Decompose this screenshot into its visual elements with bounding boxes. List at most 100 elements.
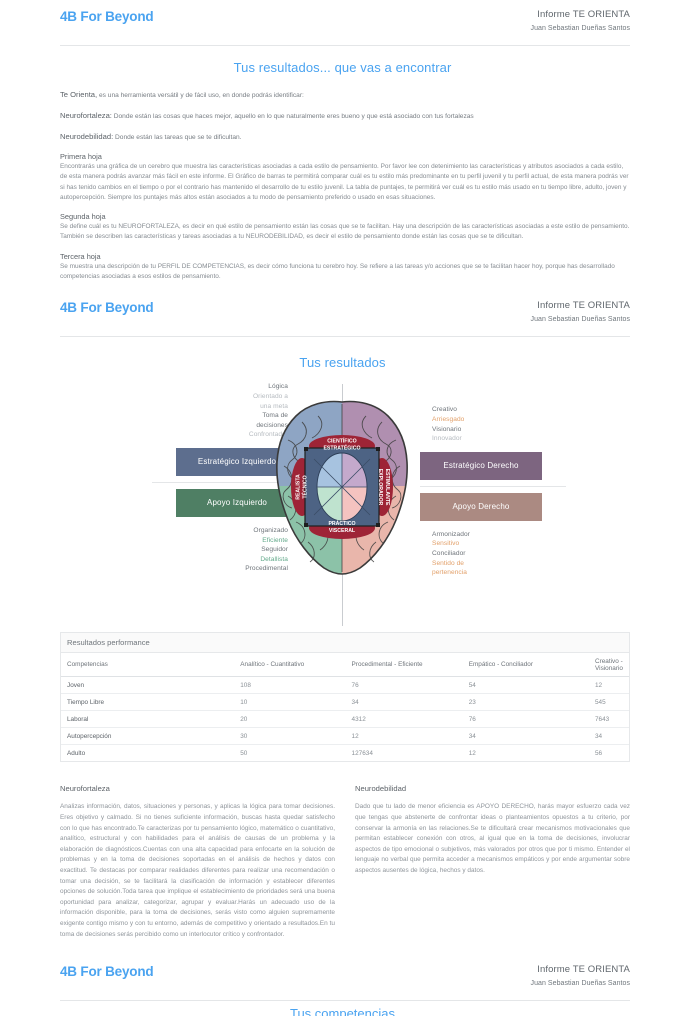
brand-logo: 4B For Beyond [60, 964, 154, 979]
cell-value: 34 [462, 727, 589, 746]
brain-center-chart [304, 447, 380, 528]
right-buttons-divider [420, 485, 566, 487]
block-heading: Primera hoja [60, 152, 102, 161]
cell-value: 12 [589, 676, 629, 695]
col-header-competencias: Competencias [61, 653, 235, 678]
neurodebilidad-column: Neurodebilidad Dado que tu lado de menor… [355, 784, 630, 940]
cell-value: 23 [462, 693, 589, 712]
row-label: Adulto [67, 749, 86, 757]
trait-item: Armonizador [432, 530, 470, 538]
quadrant-label-bottom: PRÁCTICO [328, 520, 355, 527]
quadrant-label-top: CIENTÍFICO [327, 437, 356, 445]
col-header-analitico: Analítico - Cuantitativo [234, 653, 346, 678]
neurofortaleza-heading: Neurofortaleza [60, 784, 110, 794]
trait-item: Sentido de [432, 559, 465, 567]
intro-lead: Te Orienta, es una herramienta versátil … [60, 89, 630, 101]
table-row: Adulto 50 127634 12 56 [61, 745, 629, 762]
report-page: 4B For Beyond Informe TE ORIENTA Juan Se… [0, 0, 685, 1016]
quadrant-label-bottom-2: VISCERAL [329, 528, 356, 534]
block-body: Se define cuál es tu NEUROFORTALEZA, es … [60, 223, 630, 241]
table-row: Joven 108 76 54 12 [61, 676, 629, 695]
cell-value: 12 [345, 727, 463, 746]
block-heading: Segunda hoja [60, 212, 106, 222]
cell-value: 34 [345, 693, 463, 712]
header-divider [60, 45, 630, 46]
table-header-row: Competencias Analítico - Cuantitativo Pr… [61, 653, 629, 678]
row-label: Joven [61, 676, 235, 695]
trait-item: Arriesgado [432, 415, 465, 423]
neurofortaleza-text: Donde están las cosas que haces mejor, a… [111, 113, 474, 120]
header-meta: Informe TE ORIENTA Juan Sebastian Dueñas… [531, 9, 630, 34]
cell-value: 76 [462, 710, 589, 729]
row-label: Laboral [61, 710, 235, 729]
quadrant-label-right-2: ESTIMULANTE [384, 469, 390, 506]
right-bottom-traits: Armonizador Sensitivo Conciliador Sentid… [420, 530, 566, 578]
quadrant-label-left-2: TÉCNICO [301, 476, 309, 499]
trait-item: Lógica [268, 383, 288, 391]
table-caption: Resultados performance [61, 633, 629, 654]
brand-logo: 4B For Beyond [60, 9, 154, 24]
cell-value: 76 [345, 676, 463, 695]
trait-item: Conciliador [432, 549, 466, 557]
page-header-2: 4B For Beyond Informe TE ORIENTA Juan Se… [0, 291, 685, 339]
results-table: Resultados performance Competencias Anal… [60, 632, 630, 763]
brain-illustration-icon: CIENTÍFICO ESTRATÉGICO PRÁCTICO VISCERAL… [276, 401, 408, 576]
performance-table: Competencias Analítico - Cuantitativo Pr… [61, 653, 629, 761]
neurodebilidad-text: Donde están las tareas que se te dificul… [113, 134, 242, 141]
col-header-procedimental: Procedimental - Eficiente [345, 653, 463, 678]
block-segunda-hoja: Segunda hoja Se define cuál es tu NEUROF… [60, 212, 630, 243]
brain-right-column: Creativo Arriesgado Visionario Innovador… [420, 378, 566, 577]
quadrant-label-left: REALISTA [296, 474, 302, 500]
intro-lead-rest: es una herramienta versátil y de fácil u… [97, 92, 304, 99]
header-divider [60, 1000, 630, 1001]
button-estrategico-derecho[interactable]: Estratégico Derecho [420, 451, 542, 480]
block-primera-hoja: Primera hoja Encontrarás una gráfica de … [60, 152, 630, 203]
intro-lead-bold: Te Orienta, [60, 90, 98, 99]
quadrant-label-right: EXPLORADOR [377, 469, 383, 506]
page-header-3: 4B For Beyond Informe TE ORIENTA Juan Se… [0, 955, 685, 1003]
brain-diagram: Lógica Orientado a una meta Toma de deci… [0, 378, 685, 627]
report-title: Informe TE ORIENTA [537, 9, 630, 20]
trait-item: Innovador [432, 435, 462, 443]
narrative-columns: Neurofortaleza Analizas información, dat… [60, 784, 630, 940]
table-row: Laboral 20 4312 76 7643 [61, 710, 629, 729]
cell-value: 4312 [345, 710, 463, 729]
table-row: Tiempo Libre 10 34 23 545 [61, 693, 629, 712]
neurofortaleza-body: Analizas información, datos, situaciones… [60, 803, 335, 938]
neurofortaleza-label: Neurofortaleza: [60, 111, 112, 120]
cell-value: 127634 [351, 749, 373, 757]
trait-item: pertenencia [432, 569, 468, 577]
page-title-3-peek: Tus competencias [289, 1006, 395, 1016]
row-label: Tiempo Libre [61, 693, 235, 712]
page-title-2: Tus resultados [299, 355, 386, 371]
col-header-empatico: Empático - Conciliador [462, 653, 589, 678]
button-apoyo-derecho[interactable]: Apoyo Derecho [420, 492, 542, 521]
header-divider [60, 336, 630, 338]
cell-value: 30 [234, 727, 346, 746]
trait-item: Sensitivo [432, 540, 460, 548]
cell-value: 56 [595, 749, 603, 757]
page-title-1: Tus resultados... que vas a encontrar [233, 60, 452, 75]
block-heading: Tercera hoja [60, 251, 101, 261]
row-label: Autopercepción [61, 727, 235, 746]
neurodebilidad-body: Dado que tu lado de menor eficiencia es … [355, 803, 630, 874]
cell-value: 108 [234, 676, 346, 695]
cell-value: 545 [589, 693, 629, 712]
col-header-creativo: Creativo - Visionario [589, 653, 629, 678]
header-meta: Informe TE ORIENTA Juan Sebastian Dueñas… [531, 964, 630, 989]
cell-value: 7643 [589, 710, 629, 729]
neurodebilidad-line: Neurodebilidad: Donde están las tareas q… [60, 131, 630, 143]
report-title: Informe TE ORIENTA [537, 300, 630, 312]
neurodebilidad-label: Neurodebilidad: [60, 132, 114, 141]
trait-item: Visionario [432, 425, 462, 433]
cell-value: 12 [468, 749, 476, 757]
quadrant-label-top-2: ESTRATÉGICO [323, 444, 360, 452]
cell-value: 20 [234, 710, 346, 729]
block-tercera-hoja: Tercera hoja Se muestra una descripción … [60, 252, 630, 283]
neurofortaleza-line: Neurofortaleza: Donde están las cosas qu… [60, 110, 630, 122]
cell-value: 10 [234, 693, 346, 712]
report-user-name: Juan Sebastian Dueñas Santos [530, 316, 630, 324]
trait-item: Creativo [432, 406, 457, 414]
block-body: Encontrarás una gráfica de un cerebro qu… [60, 163, 629, 201]
report-user-name: Juan Sebastian Dueñas Santos [530, 980, 630, 987]
